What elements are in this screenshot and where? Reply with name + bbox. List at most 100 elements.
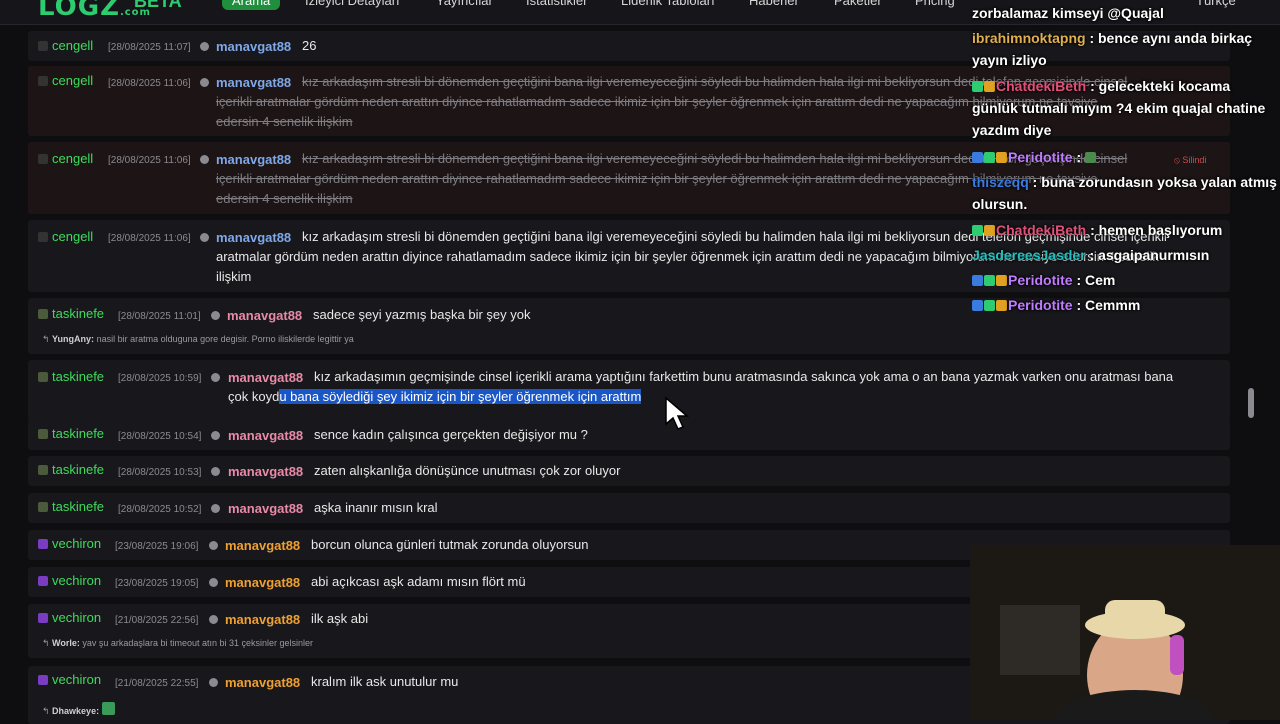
nav-item-haberler[interactable]: Haberler [749, 0, 799, 8]
selected-text[interactable]: u bana söylediği şey ikimiz için bir şey… [279, 389, 642, 404]
username[interactable]: manavgat88 [216, 230, 291, 245]
channel-name[interactable]: taskinefe [38, 499, 104, 514]
username[interactable]: manavgat88 [225, 675, 300, 690]
chat-username: Peridotite [1008, 272, 1073, 288]
username[interactable]: manavgat88 [227, 308, 302, 323]
user-avatar-icon [38, 502, 48, 512]
channel-name[interactable]: cengell [38, 229, 93, 244]
verified-icon [38, 539, 48, 549]
scrollbar-thumb[interactable] [1248, 388, 1254, 418]
info-icon[interactable] [211, 467, 220, 476]
chat-text: : Cem [1076, 272, 1116, 288]
timestamp: [28/08/2025 11:06] [108, 155, 191, 166]
nav-item-istatistikler[interactable]: İstatistikler [526, 0, 587, 8]
verified-icon [38, 613, 48, 623]
username[interactable]: manavgat88 [228, 501, 303, 516]
channel-name[interactable]: vechiron [38, 672, 101, 687]
info-icon[interactable] [209, 615, 218, 624]
table-row[interactable]: taskinefe [28/08/2025 10:52] manavgat88 … [28, 493, 1230, 523]
chat-message: Peridotite : Cem [972, 269, 1277, 291]
message-text: edersin 4 senelik ilişkim [216, 114, 353, 129]
message-text: borcun olunca günleri tutmak zorunda olu… [311, 537, 589, 552]
channel-name[interactable]: taskinefe [38, 306, 104, 321]
info-icon[interactable] [200, 233, 209, 242]
channel-label: cengell [52, 229, 94, 244]
username[interactable]: manavgat88 [225, 538, 300, 553]
user-badge-icon [38, 154, 48, 164]
nav-item-yayincilar[interactable]: Yayıncılar [436, 0, 493, 8]
info-icon[interactable] [211, 311, 220, 320]
channel-name[interactable]: cengell [38, 151, 93, 166]
chat-message: ChatdekiBeth : hemen başlıyorum [972, 219, 1277, 241]
mouse-cursor-icon [665, 396, 690, 430]
info-icon[interactable] [209, 541, 218, 550]
chat-username: ChatdekiBeth [996, 222, 1087, 238]
table-row[interactable]: taskinefe [28/08/2025 10:53] manavgat88 … [28, 456, 1230, 486]
info-icon[interactable] [211, 431, 220, 440]
username[interactable]: manavgat88 [216, 75, 291, 90]
nav-item-izleyici-detaylari[interactable]: İzleyici Detayları [305, 0, 400, 8]
user-badge-icon [38, 232, 48, 242]
info-icon[interactable] [200, 42, 209, 51]
channel-name[interactable]: vechiron [38, 573, 101, 588]
message-text: aşka inanır mısın kral [314, 500, 438, 515]
username[interactable]: manavgat88 [216, 39, 291, 54]
reply-username: Worle: [52, 638, 80, 648]
chat-text: zorbalamaz kimseyi @Quajal [972, 5, 1164, 21]
username[interactable]: manavgat88 [216, 152, 291, 167]
info-icon[interactable] [209, 678, 218, 687]
channel-name[interactable]: taskinefe [38, 462, 104, 477]
info-icon[interactable] [211, 373, 220, 382]
user-badge-icon [38, 41, 48, 51]
badge-icon [984, 81, 995, 92]
message-text: ilişkim [216, 269, 252, 284]
timestamp: [28/08/2025 11:06] [108, 78, 191, 89]
nav-item-arama[interactable]: Arama [222, 0, 281, 10]
message-text: edersin 4 senelik ilişkim [216, 191, 353, 206]
chat-username: Peridotite [1008, 149, 1073, 165]
nav-item-paketler[interactable]: Paketler [834, 0, 882, 8]
channel-name[interactable]: taskinefe [38, 369, 104, 384]
reply-context: ↰ Worle: yav şu arkadaşlara bi timeout a… [42, 638, 314, 648]
timestamp: [28/08/2025 11:06] [108, 233, 191, 244]
badge-icon [972, 81, 983, 92]
timestamp: [23/08/2025 19:05] [115, 578, 199, 589]
message-text: içerikli aratmalar gördüm neden arattın … [216, 171, 1098, 186]
badge-icon [984, 152, 995, 163]
info-icon[interactable] [200, 78, 209, 87]
timestamp: [23/08/2025 19:06] [115, 541, 199, 552]
table-row[interactable]: taskinefe [28/08/2025 10:54] manavgat88 … [28, 420, 1230, 450]
username[interactable]: manavgat88 [228, 464, 303, 479]
verified-icon [38, 675, 48, 685]
chat-username: ibrahimnoktapng [972, 30, 1086, 46]
emote-icon [101, 702, 115, 715]
badge-icon [972, 225, 983, 236]
message-text-plain: çok koyd [228, 389, 280, 404]
info-icon[interactable] [211, 504, 220, 513]
nav-item-pricing[interactable]: Pricing [915, 0, 955, 8]
message-text: sadece şeyi yazmış başka bir şey yok [313, 307, 531, 322]
username[interactable]: manavgat88 [225, 612, 300, 627]
chat-message: ibrahimnoktapng : bence aynı anda birkaç… [972, 27, 1277, 71]
channel-name[interactable]: taskinefe [38, 426, 104, 441]
nav-item-liderlik-tablolari[interactable]: Liderlik Tabloları [621, 0, 715, 8]
username[interactable]: manavgat88 [225, 575, 300, 590]
username[interactable]: manavgat88 [228, 428, 303, 443]
info-icon[interactable] [209, 578, 218, 587]
timestamp: [28/08/2025 10:59] [118, 373, 202, 384]
username[interactable]: manavgat88 [228, 370, 303, 385]
reply-username: YungAny: [52, 334, 95, 344]
chat-message: thiszeqq : buna zorundasın yoksa yalan a… [972, 171, 1277, 215]
channel-name[interactable]: vechiron [38, 536, 101, 551]
channel-label: vechiron [52, 610, 102, 625]
channel-name[interactable]: cengell [38, 38, 93, 53]
info-icon[interactable] [200, 155, 209, 164]
user-avatar-icon [38, 429, 48, 439]
channel-name[interactable]: vechiron [38, 610, 101, 625]
table-row[interactable]: taskinefe [28/08/2025 10:59] manavgat88 … [28, 360, 1230, 422]
timestamp: [21/08/2025 22:55] [115, 678, 199, 689]
timestamp: [28/08/2025 10:54] [118, 431, 202, 442]
chat-username: JasdereesJasder [972, 247, 1086, 263]
channel-name[interactable]: cengell [38, 73, 93, 88]
channel-label: cengell [52, 151, 94, 166]
